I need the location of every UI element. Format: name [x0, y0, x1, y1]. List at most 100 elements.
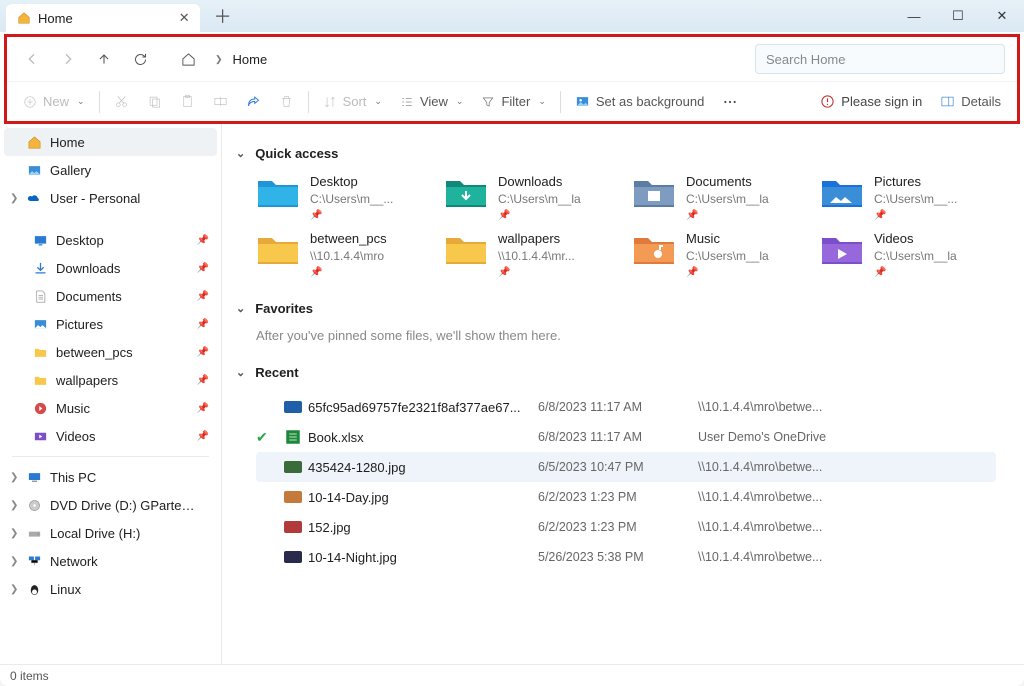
view-button[interactable]: View⌄: [392, 87, 472, 117]
recent-row[interactable]: 10-14-Night.jpg5/26/2023 5:38 PM\\10.1.4…: [256, 542, 996, 572]
forward-button[interactable]: [51, 42, 85, 76]
file-date: 6/8/2023 11:17 AM: [538, 430, 698, 444]
share-button[interactable]: [238, 87, 269, 117]
pictures-icon: [32, 316, 48, 332]
quick-access-item[interactable]: wallpapers\\10.1.4.4\mr...📌: [444, 230, 624, 279]
tab-home[interactable]: Home ✕: [6, 4, 200, 32]
maximize-button[interactable]: ☐: [936, 0, 980, 32]
file-thumb-icon: [284, 521, 308, 533]
sidebar-item-videos[interactable]: Videos📌: [0, 422, 221, 450]
rename-button[interactable]: [205, 87, 236, 117]
quick-access-item[interactable]: DesktopC:\Users\m__...📌: [256, 173, 436, 222]
sidebar-item-dvd[interactable]: ❯DVD Drive (D:) GParted-live: [0, 491, 221, 519]
filter-button[interactable]: Filter⌄: [473, 87, 553, 117]
sidebar-item-user[interactable]: ❯User - Personal: [0, 184, 221, 212]
chevron-right-icon: ❯: [215, 54, 223, 65]
tab-title: Home: [38, 11, 73, 26]
chevron-right-icon[interactable]: ❯: [10, 472, 18, 483]
file-name: 152.jpg: [308, 520, 538, 535]
sidebar-item-desktop[interactable]: Desktop📌: [0, 226, 221, 254]
details-pane-button[interactable]: Details: [932, 87, 1009, 117]
quick-access-item[interactable]: VideosC:\Users\m__la📌: [820, 230, 1000, 279]
highlighted-region: ❯ Home Search Home New⌄ Sort⌄ View⌄ Filt…: [4, 34, 1020, 124]
sidebar-item-gallery[interactable]: Gallery: [0, 156, 221, 184]
folder-icon: [632, 173, 676, 211]
file-location: \\10.1.4.4\mro\betwe...: [698, 520, 996, 534]
minimize-button[interactable]: —: [892, 0, 936, 32]
tab-close-icon[interactable]: ✕: [179, 10, 190, 26]
new-tab-button[interactable]: ＋: [214, 3, 232, 29]
quick-access-item[interactable]: MusicC:\Users\m__la📌: [632, 230, 812, 279]
more-button[interactable]: [714, 87, 746, 117]
sidebar-item-music[interactable]: Music📌: [0, 394, 221, 422]
back-button[interactable]: [15, 42, 49, 76]
paste-button[interactable]: [172, 87, 203, 117]
pin-icon: 📌: [197, 403, 209, 414]
favorites-empty-message: After you've pinned some files, we'll sh…: [256, 328, 1016, 343]
pin-icon: 📌: [197, 319, 209, 330]
quick-item-name: Music: [686, 230, 769, 248]
file-name: 10-14-Day.jpg: [308, 490, 538, 505]
sidebar-item-network[interactable]: ❯Network: [0, 547, 221, 575]
up-button[interactable]: [87, 42, 121, 76]
pc-icon: [26, 469, 42, 485]
recent-row[interactable]: ✔Book.xlsx6/8/2023 11:17 AMUser Demo's O…: [256, 422, 996, 452]
sidebar-item-linux[interactable]: ❯Linux: [0, 575, 221, 603]
file-thumb-icon: [284, 551, 308, 563]
disc-icon: [26, 497, 42, 513]
sidebar-item-thispc[interactable]: ❯This PC: [0, 463, 221, 491]
sidebar-item-downloads[interactable]: Downloads📌: [0, 254, 221, 282]
recent-row[interactable]: 65fc95ad69757fe2321f8af377ae67...6/8/202…: [256, 392, 996, 422]
chevron-right-icon[interactable]: ❯: [10, 193, 18, 204]
chevron-down-icon: ⌄: [236, 366, 245, 379]
quick-access-item[interactable]: DocumentsC:\Users\m__la📌: [632, 173, 812, 222]
cut-button[interactable]: [106, 87, 137, 117]
new-button[interactable]: New⌄: [15, 87, 93, 117]
recent-row[interactable]: 10-14-Day.jpg6/2/2023 1:23 PM\\10.1.4.4\…: [256, 482, 996, 512]
sidebar-item-documents[interactable]: Documents📌: [0, 282, 221, 310]
file-location: \\10.1.4.4\mro\betwe...: [698, 550, 996, 564]
quick-item-name: Documents: [686, 173, 769, 191]
recent-row[interactable]: 435424-1280.jpg6/5/2023 10:47 PM\\10.1.4…: [256, 452, 996, 482]
navigation-pane: Home Gallery ❯User - Personal Desktop📌 D…: [0, 124, 222, 664]
sidebar-item-local[interactable]: ❯Local Drive (H:): [0, 519, 221, 547]
chevron-right-icon[interactable]: ❯: [10, 584, 18, 595]
search-placeholder: Search Home: [766, 52, 845, 67]
quick-access-item[interactable]: between_pcs\\10.1.4.4\mro📌: [256, 230, 436, 279]
location-home-icon[interactable]: [171, 42, 205, 76]
status-bar: 0 items: [0, 664, 1024, 686]
chevron-right-icon[interactable]: ❯: [10, 556, 18, 567]
home-icon: [16, 10, 32, 26]
sort-button[interactable]: Sort⌄: [315, 87, 390, 117]
set-background-button[interactable]: Set as background: [567, 87, 712, 117]
close-button[interactable]: ✕: [980, 0, 1024, 32]
pin-icon: 📌: [686, 209, 769, 223]
quick-access-item[interactable]: PicturesC:\Users\m__...📌: [820, 173, 1000, 222]
recent-row[interactable]: 152.jpg6/2/2023 1:23 PM\\10.1.4.4\mro\be…: [256, 512, 996, 542]
sidebar-item-home[interactable]: Home: [4, 128, 217, 156]
breadcrumb-segment[interactable]: Home: [233, 52, 268, 67]
sidebar-item-wallpapers[interactable]: wallpapers📌: [0, 366, 221, 394]
desktop-icon: [32, 232, 48, 248]
section-quick-access[interactable]: ⌄Quick access: [236, 146, 1016, 161]
quick-item-name: Desktop: [310, 173, 393, 191]
quick-item-name: Downloads: [498, 173, 581, 191]
copy-button[interactable]: [139, 87, 170, 117]
section-recent[interactable]: ⌄Recent: [236, 365, 1016, 380]
search-input[interactable]: Search Home: [755, 44, 1005, 74]
chevron-right-icon[interactable]: ❯: [10, 528, 18, 539]
chevron-right-icon[interactable]: ❯: [10, 500, 18, 511]
breadcrumb[interactable]: ❯ Home: [207, 52, 753, 67]
quick-access-item[interactable]: DownloadsC:\Users\m__la📌: [444, 173, 624, 222]
pin-icon: 📌: [197, 431, 209, 442]
sidebar-item-between[interactable]: between_pcs📌: [0, 338, 221, 366]
pin-icon: 📌: [498, 209, 581, 223]
section-favorites[interactable]: ⌄Favorites: [236, 301, 1016, 316]
quick-item-path: C:\Users\m__...: [874, 191, 957, 207]
pin-icon: 📌: [498, 266, 575, 280]
refresh-button[interactable]: [123, 42, 157, 76]
quick-item-name: Videos: [874, 230, 957, 248]
sidebar-item-pictures[interactable]: Pictures📌: [0, 310, 221, 338]
sign-in-button[interactable]: Please sign in: [812, 87, 930, 117]
delete-button[interactable]: [271, 87, 302, 117]
